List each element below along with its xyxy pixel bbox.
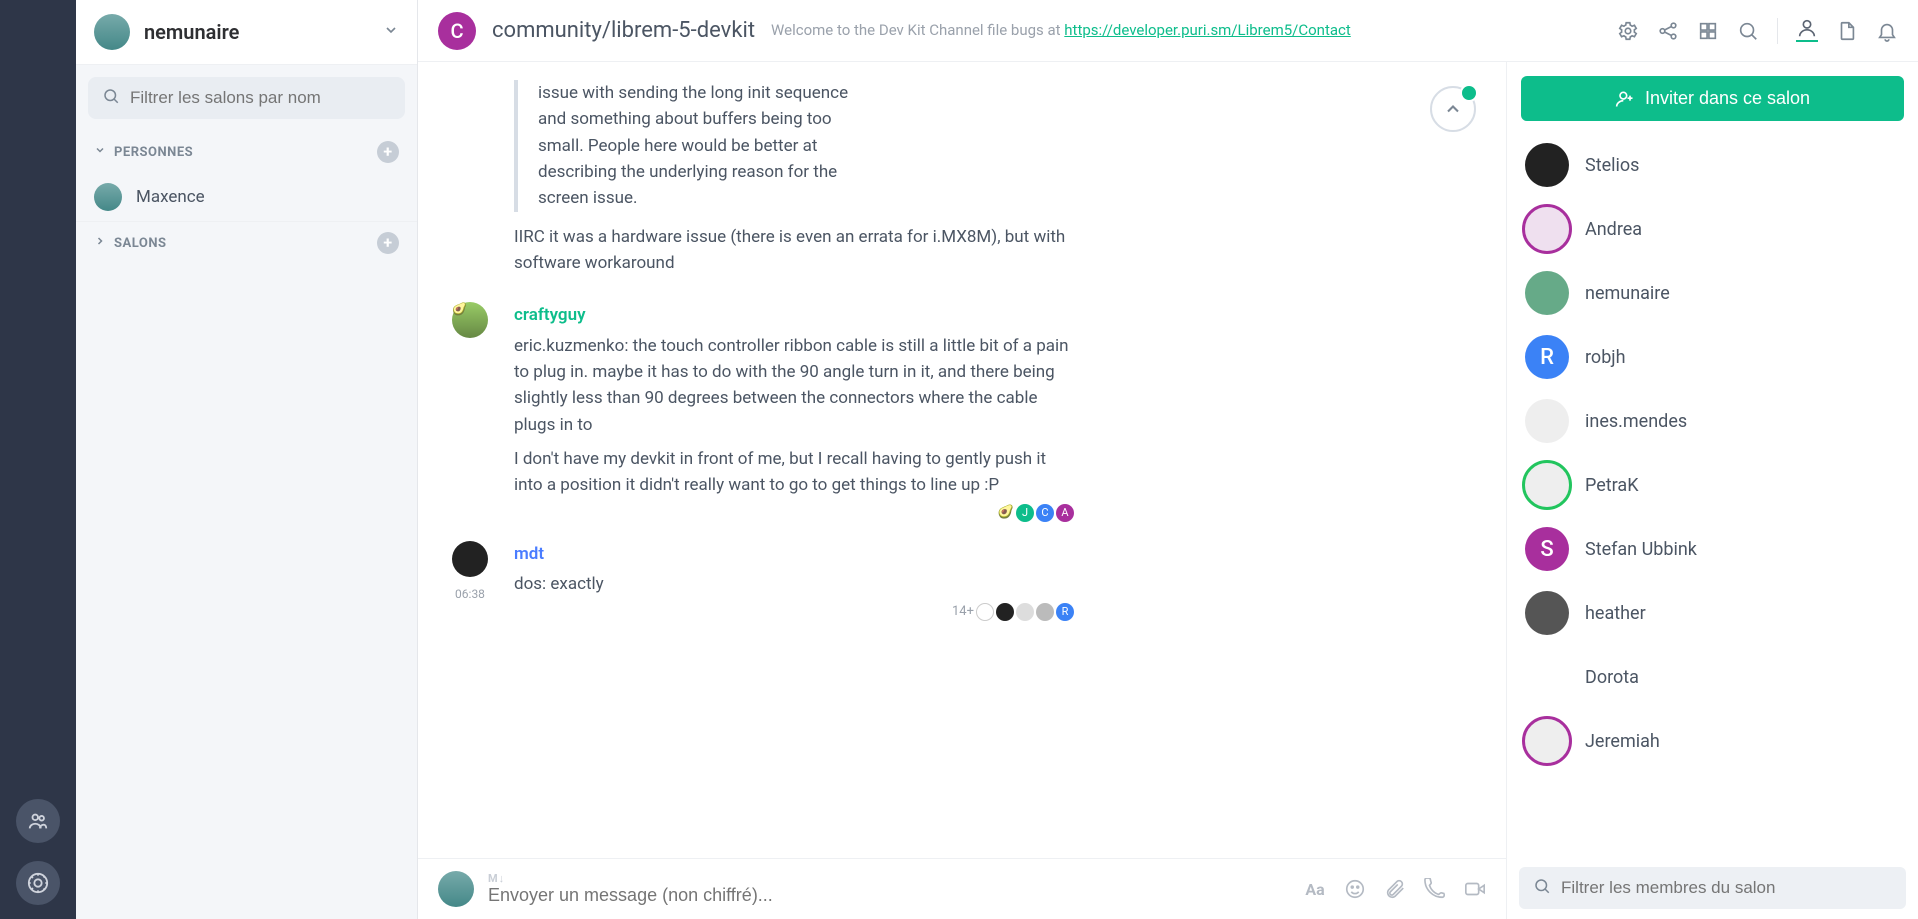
section-rooms-header[interactable]: SALONS +: [76, 222, 417, 264]
member-panel: Inviter dans ce salon Stelios Andrea nemun…: [1506, 62, 1918, 919]
avatar: [1525, 143, 1569, 187]
member-name: Dorota: [1585, 667, 1639, 688]
avatar: [1525, 463, 1569, 507]
room-topic: Welcome to the Dev Kit Channel file bugs…: [771, 21, 1601, 41]
settings-icon[interactable]: [1617, 20, 1639, 42]
avatar: S: [1525, 527, 1569, 571]
message-body: I don't have my devkit in front of me, b…: [514, 446, 1074, 499]
search-icon: [1533, 877, 1551, 899]
main: C community/librem-5-devkit Welcome to t…: [418, 0, 1918, 919]
sidebar: nemunaire PERSONNES + Maxence SALONS: [76, 0, 418, 919]
timeline: issue with sending the long init sequenc…: [418, 62, 1506, 858]
add-room-button[interactable]: +: [377, 232, 399, 254]
avatar: [1525, 207, 1569, 251]
room-filter-input[interactable]: [130, 88, 391, 108]
room-avatar: C: [438, 12, 476, 50]
search-icon: [102, 87, 120, 109]
composer-input[interactable]: [488, 885, 1290, 906]
chevron-down-icon: [94, 144, 106, 160]
help-button[interactable]: [16, 861, 60, 905]
member-item[interactable]: ines.mendes: [1521, 393, 1904, 449]
emoji-icon[interactable]: [1344, 878, 1366, 900]
room-title: community/librem-5-devkit: [492, 18, 755, 43]
people-name: Maxence: [136, 187, 205, 207]
video-call-icon[interactable]: [1464, 878, 1486, 900]
message-body: IIRC it was a hardware issue (there is e…: [514, 224, 1074, 277]
member-item[interactable]: PetraK: [1521, 457, 1904, 513]
avatar: [452, 541, 488, 577]
scroll-to-unread-button[interactable]: [1430, 86, 1476, 132]
files-icon[interactable]: [1836, 20, 1858, 42]
nav-rail: [0, 0, 76, 919]
search-icon[interactable]: [1737, 20, 1759, 42]
avatar: [1525, 591, 1569, 635]
separator: [1777, 18, 1778, 44]
notifications-icon[interactable]: [1876, 20, 1898, 42]
people-item[interactable]: Maxence: [76, 173, 417, 222]
avatar: 🥑: [452, 302, 488, 338]
member-name: Jeremiah: [1585, 731, 1660, 752]
message: issue with sending the long init sequenc…: [444, 80, 1480, 284]
user-name: nemunaire: [144, 20, 369, 44]
member-name: PetraK: [1585, 475, 1639, 496]
composer: M↓ Aa: [418, 858, 1506, 919]
member-name: ines.mendes: [1585, 411, 1687, 432]
message-time: 06:38: [455, 587, 485, 601]
member-name: heather: [1585, 603, 1646, 624]
member-item[interactable]: Andrea: [1521, 201, 1904, 257]
apps-icon[interactable]: [1697, 20, 1719, 42]
invite-button[interactable]: Inviter dans ce salon: [1521, 76, 1904, 121]
avatar: [1525, 399, 1569, 443]
avatar: [94, 183, 122, 211]
members-icon[interactable]: [1796, 20, 1818, 42]
member-item[interactable]: heather: [1521, 585, 1904, 641]
share-icon[interactable]: [1657, 20, 1679, 42]
member-name: nemunaire: [1585, 283, 1670, 304]
avatar: [1525, 271, 1569, 315]
header-icons: [1617, 18, 1898, 44]
markdown-hint: M↓: [488, 872, 1290, 885]
member-item[interactable]: Stelios: [1521, 137, 1904, 193]
community-button[interactable]: [16, 799, 60, 843]
composer-avatar: [438, 871, 474, 907]
attach-icon[interactable]: [1384, 878, 1406, 900]
section-label: SALONS: [114, 236, 167, 251]
message-body: dos: exactly: [514, 571, 1074, 597]
member-list: Stelios Andrea nemunaire Rrobjh ines.mendes P…: [1521, 137, 1904, 857]
chevron-right-icon: [94, 235, 106, 251]
section-people-header[interactable]: PERSONNES +: [76, 131, 417, 173]
member-item[interactable]: Rrobjh: [1521, 329, 1904, 385]
member-name: Stefan Ubbink: [1585, 539, 1697, 560]
message-body: eric.kuzmenko: the touch controller ribb…: [514, 333, 1074, 438]
quoted-message: issue with sending the long init sequenc…: [514, 80, 854, 212]
avatar: [1525, 719, 1569, 763]
room-filter[interactable]: [88, 77, 405, 119]
member-item[interactable]: S Stefan Ubbink: [1521, 521, 1904, 577]
member-name: Stelios: [1585, 155, 1639, 176]
member-name: robjh: [1585, 347, 1626, 368]
member-filter-input[interactable]: [1561, 878, 1892, 898]
section-label: PERSONNES: [114, 145, 193, 160]
user-avatar: [94, 14, 130, 50]
avatar: R: [1525, 335, 1569, 379]
read-receipts[interactable]: 🥑 J C A: [514, 503, 1074, 523]
message-sender[interactable]: craftyguy: [514, 302, 1074, 328]
chevron-down-icon: [383, 22, 399, 42]
member-item[interactable]: nemunaire: [1521, 265, 1904, 321]
read-receipts[interactable]: 14+ R: [514, 602, 1074, 622]
avatar: [1525, 655, 1569, 699]
room-header: C community/librem-5-devkit Welcome to t…: [418, 0, 1918, 62]
voice-call-icon[interactable]: [1424, 878, 1446, 900]
member-item[interactable]: Jeremiah: [1521, 713, 1904, 769]
room-topic-link[interactable]: https://developer.puri.sm/Librem5/Contac…: [1064, 21, 1350, 39]
member-filter[interactable]: [1519, 867, 1906, 909]
format-icon[interactable]: Aa: [1304, 878, 1326, 900]
sidebar-user-header[interactable]: nemunaire: [76, 0, 417, 65]
message-sender[interactable]: mdt: [514, 541, 1074, 567]
message: 06:38 mdt dos: exactly 14+ R: [444, 541, 1480, 622]
add-people-button[interactable]: +: [377, 141, 399, 163]
message: 🥑 craftyguy eric.kuzmenko: the touch con…: [444, 302, 1480, 523]
member-item[interactable]: Dorota: [1521, 649, 1904, 705]
member-name: Andrea: [1585, 219, 1642, 240]
